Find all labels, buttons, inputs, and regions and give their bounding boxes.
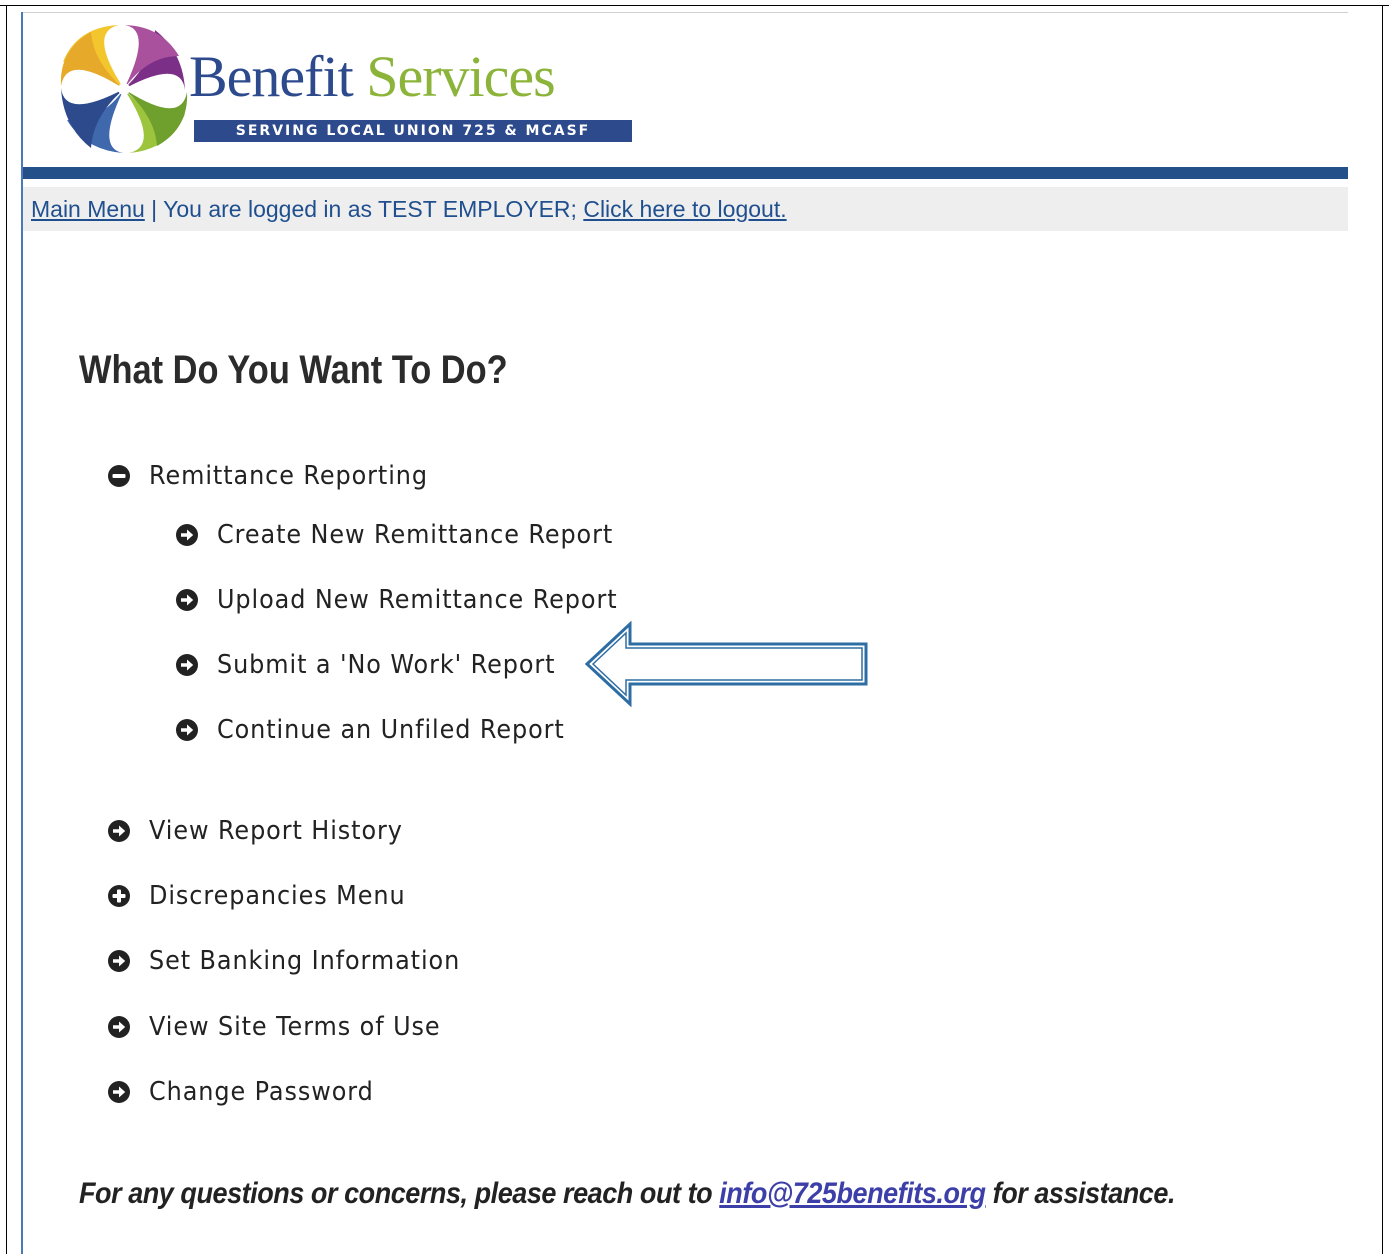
- logged-in-text: You are logged in as TEST EMPLOYER;: [163, 196, 584, 222]
- menu-continue-unfiled-report[interactable]: Continue an Unfiled Report: [175, 710, 595, 750]
- menu-view-report-history[interactable]: View Report History: [107, 811, 425, 851]
- assistance-text-after: for assistance.: [985, 1177, 1176, 1210]
- logo-word-benefit: Benefit: [189, 44, 354, 109]
- document-frame-left: [6, 5, 7, 1254]
- assistance-note: For any questions or concerns, please re…: [79, 1174, 1175, 1214]
- header-bar: [23, 167, 1348, 179]
- callout-arrow-icon: [584, 621, 868, 707]
- menu-item-label: Remittance Reporting: [149, 461, 428, 491]
- menu-item-label: Set Banking Information: [149, 946, 461, 976]
- arrow-circle-right-icon: [176, 524, 198, 546]
- arrow-circle-right-icon: [108, 950, 130, 972]
- page-title: What Do You Want To Do?: [79, 348, 508, 392]
- arrow-circle-right-icon: [176, 719, 198, 741]
- logo-word-services: Services: [366, 44, 555, 109]
- nav-separator: |: [144, 196, 164, 222]
- assistance-text-before: For any questions or concerns, please re…: [79, 1177, 720, 1210]
- arrow-circle-right-icon: [176, 589, 198, 611]
- logo-tagline: SERVING LOCAL UNION 725 & MCASF: [194, 120, 632, 142]
- menu-change-password[interactable]: Change Password: [107, 1072, 393, 1112]
- nav-content: Main Menu | You are logged in as TEST EM…: [31, 187, 787, 231]
- menu-item-label: Discrepancies Menu: [149, 881, 406, 911]
- nav-bar: Main Menu | You are logged in as TEST EM…: [23, 187, 1348, 231]
- logo-title: Benefit Services: [189, 48, 556, 106]
- menu-submit-no-work-report[interactable]: Submit a 'No Work' Report: [175, 645, 585, 685]
- top-divider: [23, 12, 1348, 13]
- menu-item-label: Continue an Unfiled Report: [217, 715, 565, 745]
- menu-item-label: View Site Terms of Use: [149, 1012, 441, 1042]
- menu-create-new-remittance-report[interactable]: Create New Remittance Report: [175, 515, 648, 555]
- arrow-circle-right-icon: [108, 820, 130, 842]
- pinwheel-logo-icon: [60, 25, 188, 153]
- main-menu-link[interactable]: Main Menu: [31, 196, 145, 222]
- arrow-circle-right-icon: [108, 1016, 130, 1038]
- menu-remittance-reporting[interactable]: Remittance Reporting: [107, 456, 452, 496]
- email-link[interactable]: info@725benefits.org: [719, 1177, 986, 1210]
- menu-item-label: View Report History: [149, 816, 403, 846]
- menu-upload-new-remittance-report[interactable]: Upload New Remittance Report: [175, 580, 652, 620]
- menu-set-banking-information[interactable]: Set Banking Information: [107, 941, 487, 981]
- minus-circle-icon: [108, 465, 130, 487]
- menu-item-label: Submit a 'No Work' Report: [217, 650, 556, 680]
- document-frame-right: [1382, 5, 1383, 1254]
- menu-item-label: Create New Remittance Report: [217, 520, 614, 550]
- document-frame-top: [0, 5, 1389, 6]
- menu-discrepancies[interactable]: Discrepancies Menu: [107, 876, 428, 916]
- menu-view-site-terms[interactable]: View Site Terms of Use: [107, 1007, 466, 1047]
- arrow-circle-right-icon: [108, 1081, 130, 1103]
- menu-item-label: Upload New Remittance Report: [217, 585, 618, 615]
- benefit-services-logo[interactable]: Benefit Services SERVING LOCAL UNION 725…: [57, 22, 637, 157]
- logout-link[interactable]: Click here to logout.: [583, 196, 786, 222]
- arrow-circle-right-icon: [176, 654, 198, 676]
- plus-circle-icon: [108, 885, 130, 907]
- menu-item-label: Change Password: [149, 1077, 374, 1107]
- screenshot-region: Benefit Services SERVING LOCAL UNION 725…: [21, 12, 1348, 1254]
